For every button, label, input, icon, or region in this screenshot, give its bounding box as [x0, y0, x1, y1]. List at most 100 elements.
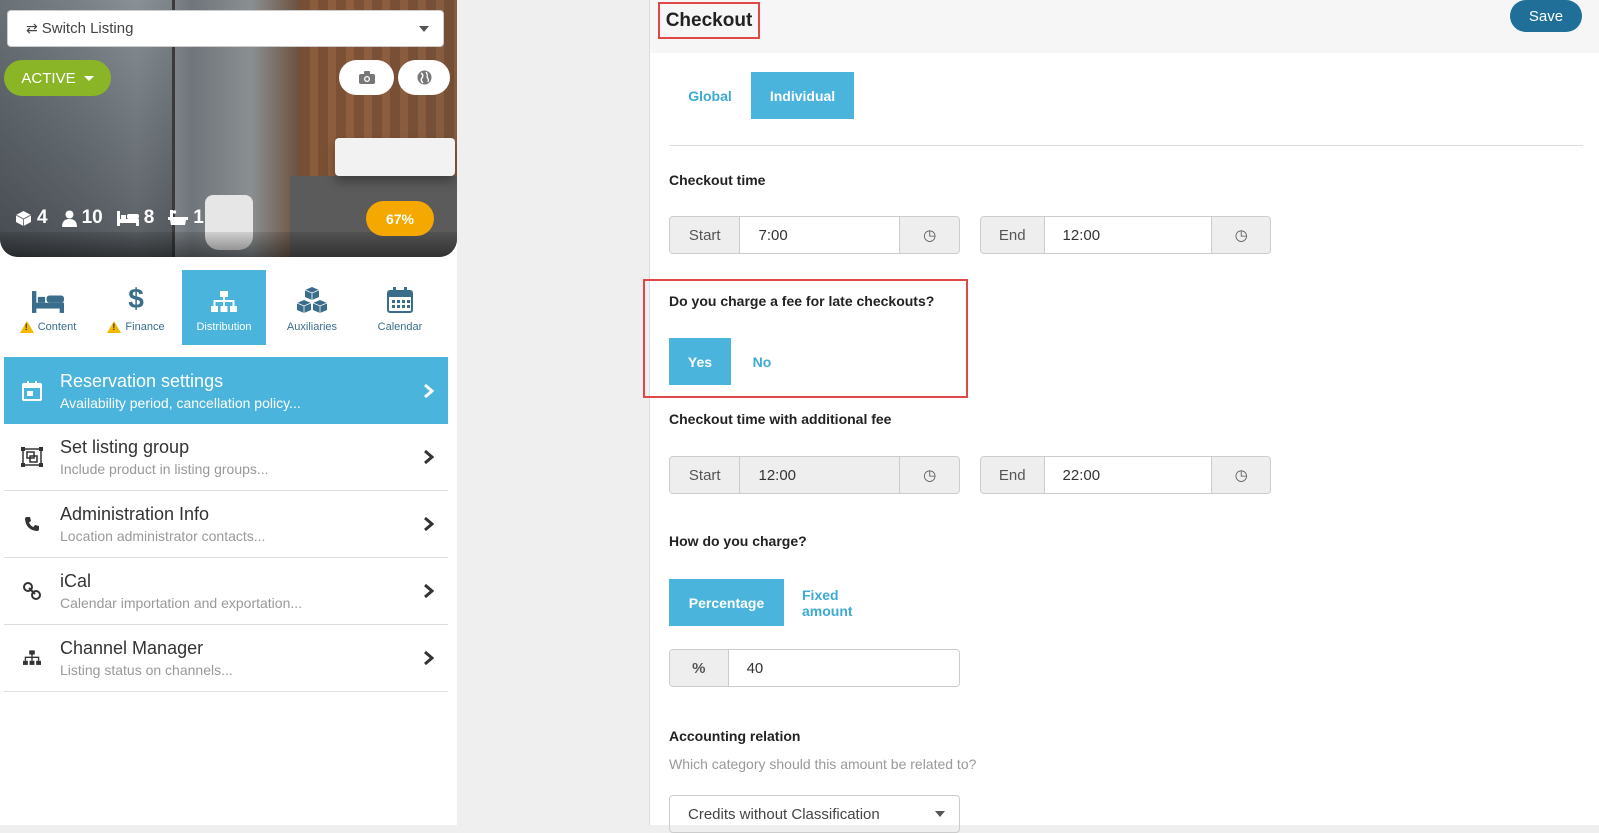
tab-calendar-label: Calendar — [377, 320, 423, 333]
rooms-count: 4 — [37, 207, 48, 228]
baths-count: 1 — [193, 207, 204, 228]
charge-type-label: How do you charge? — [669, 533, 807, 549]
save-button[interactable]: Save — [1510, 0, 1582, 32]
warning-icon — [19, 320, 34, 333]
accounting-label: Accounting relation — [669, 728, 801, 744]
globe-icon — [417, 70, 431, 85]
rooms-stat: 4 — [15, 207, 48, 229]
bed-icon — [32, 290, 64, 313]
checkout-panel: Checkout Save Global Individual Checkout… — [649, 0, 1599, 833]
listing-tabs: Content $ Finance Distribution Auxiliari… — [4, 270, 448, 345]
baths-stat: 1 — [168, 207, 204, 229]
chevron-right-icon — [423, 449, 434, 465]
photo-sink — [335, 138, 455, 176]
map-button[interactable] — [398, 60, 450, 95]
caret-down-icon — [83, 75, 94, 81]
menu-item-administration-info[interactable]: Administration Info Location administrat… — [4, 491, 448, 558]
accounting-help: Which category should this amount be rel… — [669, 756, 977, 772]
menu-item-ical[interactable]: iCal Calendar importation and exportatio… — [4, 558, 448, 625]
clock-button[interactable]: ◷ — [899, 457, 959, 493]
fee-end-input[interactable]: 22:00 — [1044, 457, 1212, 493]
percent-input[interactable]: 40 — [728, 650, 959, 686]
percentage-button[interactable]: Percentage — [669, 579, 784, 626]
menu-item-subtitle: Availability period, cancellation policy… — [60, 394, 301, 411]
checkout-end-time: End 12:00 ◷ — [980, 216, 1271, 254]
checkout-time-label: Checkout time — [669, 172, 766, 188]
caret-down-icon — [935, 811, 945, 817]
menu-item-subtitle: Include product in listing groups... — [60, 461, 269, 477]
tab-content-label: Content — [37, 320, 77, 333]
menu-item-title: Reservation settings — [60, 370, 224, 391]
listing-panel: ⇄ Switch Listing ACTIVE 4 10 8 1 67% ! C… — [0, 0, 457, 825]
menu-item-channel-manager[interactable]: Channel Manager Listing status on channe… — [4, 625, 448, 692]
accounting-selected: Credits without Classification — [688, 805, 880, 823]
sitemap-icon — [23, 650, 41, 665]
checkout-start-input[interactable]: 7:00 — [740, 217, 900, 253]
sitemap-icon — [211, 290, 237, 312]
switch-listing-label: Switch Listing — [41, 20, 134, 37]
tab-distribution-label: Distribution — [196, 320, 252, 333]
status-label: ACTIVE — [21, 69, 76, 87]
tab-calendar[interactable]: Calendar — [356, 270, 444, 345]
tab-finance[interactable]: $ Finance — [92, 270, 180, 345]
clock-button[interactable]: ◷ — [1211, 217, 1270, 253]
tab-content[interactable]: Content — [4, 270, 92, 345]
object-group-icon — [21, 447, 43, 467]
clock-icon: ◷ — [923, 467, 937, 484]
clock-icon: ◷ — [1234, 467, 1248, 484]
calendar-check-icon — [22, 380, 42, 401]
checkout-end-input[interactable]: 12:00 — [1044, 217, 1212, 253]
fee-time-label: Checkout time with additional fee — [669, 411, 892, 427]
listing-stats: 4 10 8 1 — [15, 207, 204, 229]
end-addon: End — [981, 457, 1045, 493]
divider — [669, 145, 1583, 146]
fixed-amount-button[interactable]: Fixed amount — [784, 579, 897, 626]
individual-button[interactable]: Individual — [751, 72, 854, 119]
caret-down-icon — [419, 26, 429, 32]
guests-stat: 10 — [61, 207, 103, 229]
menu-item-title: Channel Manager — [60, 638, 204, 658]
clock-button[interactable]: ◷ — [1211, 457, 1270, 493]
accounting-select[interactable]: Credits without Classification — [669, 795, 960, 833]
user-icon — [61, 210, 77, 227]
link-icon — [23, 582, 41, 600]
guests-count: 10 — [81, 207, 103, 228]
percent-addon: % — [670, 650, 729, 686]
tab-distribution[interactable]: Distribution — [182, 270, 266, 345]
menu-item-subtitle: Listing status on channels... — [60, 662, 233, 678]
chevron-right-icon — [423, 383, 434, 398]
chevron-right-icon — [423, 516, 434, 532]
tab-auxiliaries[interactable]: Auxiliaries — [268, 270, 356, 345]
charge-type-toggle: Percentage Fixed amount — [669, 579, 897, 626]
tab-finance-label: Finance — [125, 320, 165, 333]
completion-badge: 67% — [366, 201, 434, 236]
switch-listing-dropdown[interactable]: ⇄ Switch Listing — [7, 10, 444, 47]
menu-item-set-listing-group[interactable]: Set listing group Include product in lis… — [4, 424, 448, 491]
start-addon: Start — [670, 217, 741, 253]
cube-icon — [15, 210, 32, 226]
chevron-right-icon — [423, 583, 434, 599]
photos-button[interactable] — [339, 60, 394, 95]
fee-start-input: 12:00 — [740, 457, 900, 493]
menu-item-reservation-settings[interactable]: Reservation settings Availability period… — [4, 357, 448, 424]
exchange-icon: ⇄ — [26, 20, 38, 36]
fee-start-time: Start 12:00 ◷ — [669, 456, 960, 494]
checkout-start-time: Start 7:00 ◷ — [669, 216, 960, 254]
menu-item-title: Administration Info — [60, 504, 210, 524]
tab-auxiliaries-label: Auxiliaries — [286, 320, 338, 333]
percent-input-group: % 40 — [669, 649, 960, 687]
start-addon: Start — [670, 457, 741, 493]
menu-item-title: Set listing group — [60, 437, 190, 457]
panel-header: Checkout Save — [650, 0, 1599, 53]
clock-icon: ◷ — [1234, 227, 1248, 244]
bed-icon — [116, 210, 139, 226]
fee-end-time: End 22:00 ◷ — [980, 456, 1271, 494]
status-dropdown[interactable]: ACTIVE — [4, 60, 111, 96]
end-addon: End — [981, 217, 1045, 253]
scope-toggle: Global Individual — [669, 72, 854, 119]
settings-menu: Reservation settings Availability period… — [4, 357, 448, 692]
phone-icon — [25, 517, 39, 531]
late-fee-highlight — [643, 279, 968, 398]
clock-button[interactable]: ◷ — [899, 217, 959, 253]
global-button[interactable]: Global — [669, 72, 751, 119]
